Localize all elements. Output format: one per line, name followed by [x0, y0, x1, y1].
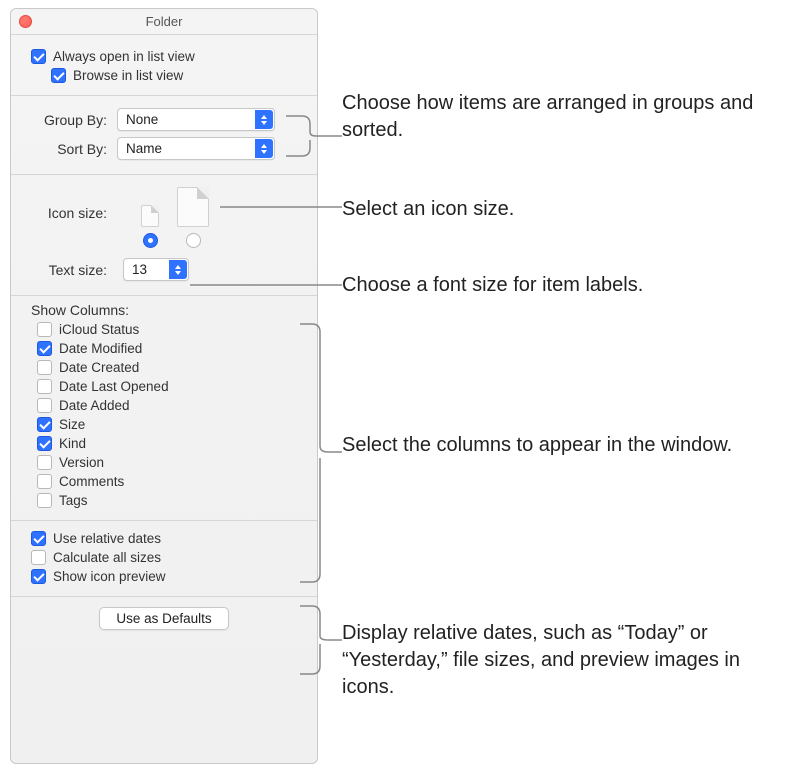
sort-by-label: Sort By: — [31, 141, 117, 157]
column-label: Comments — [59, 474, 124, 489]
column-checkbox[interactable] — [37, 322, 52, 337]
column-label: Date Added — [59, 398, 130, 413]
column-label: Date Last Opened — [59, 379, 169, 394]
column-checkbox[interactable] — [37, 455, 52, 470]
connector-line — [190, 280, 342, 290]
columns-header: Show Columns: — [31, 302, 303, 318]
updown-arrows-icon — [255, 110, 273, 129]
column-label: iCloud Status — [59, 322, 139, 337]
column-label: Size — [59, 417, 85, 432]
column-row: Date Last Opened — [37, 379, 303, 394]
sorting-section: Group By: None Sort By: Name — [11, 95, 317, 174]
connector-line — [300, 318, 342, 588]
always-open-label: Always open in list view — [53, 49, 195, 64]
column-row: Kind — [37, 436, 303, 451]
column-checkbox[interactable] — [37, 436, 52, 451]
browse-checkbox[interactable] — [51, 68, 66, 83]
callout-text-size: Choose a font size for item labels. — [342, 272, 772, 299]
column-row: Size — [37, 417, 303, 432]
appearance-section: Icon size: Text size: 13 — [11, 174, 317, 295]
column-checkbox[interactable] — [37, 493, 52, 508]
view-mode-section: Always open in list view Browse in list … — [11, 35, 317, 95]
callout-misc: Display relative dates, such as “Today” … — [342, 620, 772, 701]
always-open-checkbox[interactable] — [31, 49, 46, 64]
misc-section: Use relative dates Calculate all sizes S… — [11, 520, 317, 596]
column-label: Date Modified — [59, 341, 142, 356]
text-size-label: Text size: — [31, 262, 117, 278]
icon-size-small-radio[interactable] — [143, 233, 158, 248]
column-checkbox[interactable] — [37, 417, 52, 432]
sort-by-value: Name — [126, 141, 162, 156]
icon-size-large-option[interactable] — [177, 187, 209, 248]
titlebar: Folder — [11, 9, 317, 35]
column-checkbox[interactable] — [37, 360, 52, 375]
updown-arrows-icon — [169, 260, 187, 279]
relative-dates-checkbox[interactable] — [31, 531, 46, 546]
column-row: iCloud Status — [37, 322, 303, 337]
updown-arrows-icon — [255, 139, 273, 158]
column-label: Kind — [59, 436, 86, 451]
icon-size-large-radio[interactable] — [186, 233, 201, 248]
group-by-select[interactable]: None — [117, 108, 275, 131]
column-checkbox[interactable] — [37, 398, 52, 413]
column-checkbox[interactable] — [37, 474, 52, 489]
file-icon — [177, 187, 209, 227]
sort-by-select[interactable]: Name — [117, 137, 275, 160]
column-row: Comments — [37, 474, 303, 489]
bottom-bar: Use as Defaults — [11, 596, 317, 642]
callout-columns: Select the columns to appear in the wind… — [342, 432, 772, 459]
icon-preview-checkbox[interactable] — [31, 569, 46, 584]
calculate-sizes-label: Calculate all sizes — [53, 550, 161, 565]
column-label: Date Created — [59, 360, 139, 375]
columns-section: Show Columns: iCloud Status Date Modified… — [11, 295, 317, 520]
text-size-value: 13 — [132, 262, 147, 277]
column-checkbox[interactable] — [37, 379, 52, 394]
use-as-defaults-button[interactable]: Use as Defaults — [99, 607, 228, 630]
column-row: Date Created — [37, 360, 303, 375]
column-checkbox[interactable] — [37, 341, 52, 356]
connector-line — [220, 202, 342, 212]
icon-preview-label: Show icon preview — [53, 569, 166, 584]
browse-label: Browse in list view — [73, 68, 183, 83]
view-options-panel: Folder Always open in list view Browse i… — [10, 8, 318, 764]
icon-size-label: Icon size: — [31, 187, 117, 221]
connector-line — [286, 108, 342, 166]
calculate-sizes-checkbox[interactable] — [31, 550, 46, 565]
relative-dates-label: Use relative dates — [53, 531, 161, 546]
column-row: Version — [37, 455, 303, 470]
column-row: Date Modified — [37, 341, 303, 356]
column-label: Version — [59, 455, 104, 470]
group-by-value: None — [126, 112, 158, 127]
callout-sorting: Choose how items are arranged in groups … — [342, 90, 772, 144]
icon-size-small-option[interactable] — [141, 205, 159, 248]
column-row: Tags — [37, 493, 303, 508]
connector-line — [300, 600, 342, 680]
group-by-label: Group By: — [31, 112, 117, 128]
window-title: Folder — [11, 14, 317, 29]
column-row: Date Added — [37, 398, 303, 413]
text-size-select[interactable]: 13 — [123, 258, 189, 281]
column-label: Tags — [59, 493, 88, 508]
file-icon — [141, 205, 159, 227]
callout-icon-size: Select an icon size. — [342, 196, 772, 223]
